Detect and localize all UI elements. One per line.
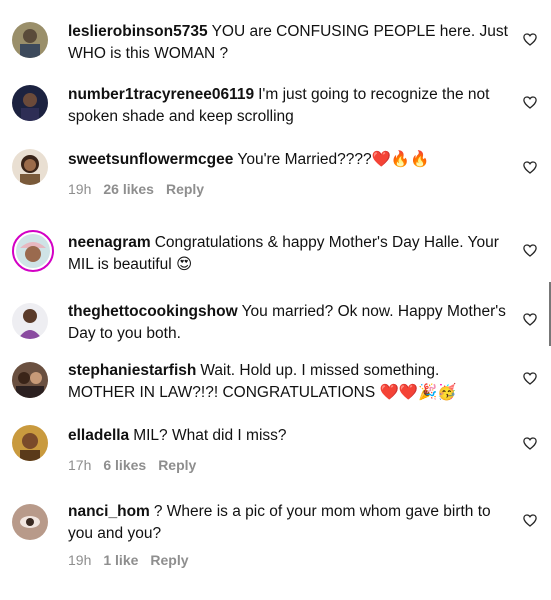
comment-time: 19h <box>68 552 92 568</box>
comment-username[interactable]: leslierobinson5735 <box>68 23 208 40</box>
heart-outline-icon[interactable] <box>523 33 537 46</box>
comment-time: 17h <box>68 457 92 473</box>
comment-text-block: neenagram Congratulations & happy Mother'… <box>68 232 508 276</box>
comment-time: 19h <box>68 181 92 197</box>
avatar[interactable] <box>12 362 48 398</box>
heart-outline-icon[interactable] <box>523 313 537 326</box>
avatar[interactable] <box>12 149 48 185</box>
avatar[interactable] <box>12 425 48 461</box>
comment-text-block: number1tracyrenee06119 I'm just going to … <box>68 84 508 128</box>
comment-meta: 19h 1 like Reply <box>68 552 201 568</box>
comment-text: You're Married????❤️🔥🔥 <box>237 151 430 168</box>
comment-text-block: theghettocookingshow You married? Ok now.… <box>68 301 508 345</box>
comment-username[interactable]: elladella <box>68 427 129 444</box>
heart-outline-icon[interactable] <box>523 161 537 174</box>
heart-outline-icon[interactable] <box>523 372 537 385</box>
heart-outline-icon[interactable] <box>523 96 537 109</box>
comment-text-block: elladella MIL? What did I miss? <box>68 425 508 447</box>
heart-outline-icon[interactable] <box>523 514 537 527</box>
avatar[interactable] <box>12 303 48 339</box>
avatar[interactable] <box>12 85 48 121</box>
reply-button[interactable]: Reply <box>158 457 196 473</box>
comment-likes[interactable]: 6 likes <box>103 457 146 473</box>
comment-username[interactable]: stephaniestarfish <box>68 362 196 379</box>
comment-text: MIL? What did I miss? <box>133 427 287 444</box>
comment-text-block: sweetsunflowermcgee You're Married????❤️🔥… <box>68 149 508 171</box>
comment-username[interactable]: neenagram <box>68 234 151 251</box>
comment-text-block: stephaniestarfish Wait. Hold up. I missed… <box>68 360 508 404</box>
heart-outline-icon[interactable] <box>523 244 537 257</box>
comment-username[interactable]: sweetsunflowermcgee <box>68 151 233 168</box>
comment-username[interactable]: number1tracyrenee06119 <box>68 86 254 103</box>
heart-outline-icon[interactable] <box>523 437 537 450</box>
comment-likes[interactable]: 26 likes <box>103 181 154 197</box>
comment-likes[interactable]: 1 like <box>103 552 138 568</box>
avatar[interactable] <box>12 230 54 272</box>
comment-username[interactable]: nanci_hom <box>68 503 150 520</box>
avatar[interactable] <box>12 22 48 58</box>
comment-meta: 17h 6 likes Reply <box>68 457 208 473</box>
comment-meta: 19h 26 likes Reply <box>68 181 216 197</box>
avatar[interactable] <box>12 504 48 540</box>
comment-text-block: leslierobinson5735 YOU are CONFUSING PEOP… <box>68 21 508 65</box>
comment-text-block: nanci_hom? Where is a pic of your mom wh… <box>68 501 508 545</box>
reply-button[interactable]: Reply <box>150 552 188 568</box>
reply-button[interactable]: Reply <box>166 181 204 197</box>
comment-username[interactable]: theghettocookingshow <box>68 303 238 320</box>
